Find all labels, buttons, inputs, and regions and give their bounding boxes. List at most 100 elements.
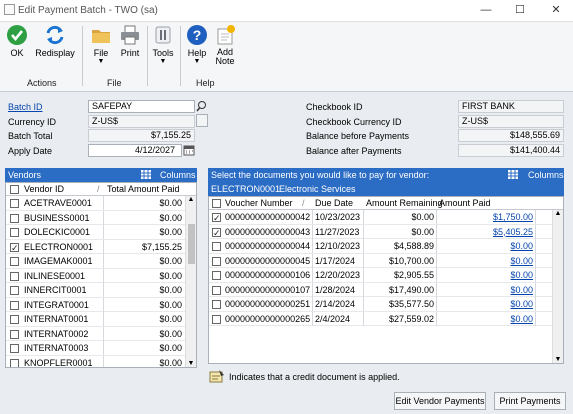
vendor-row[interactable]: BUSINESS0001 $0.00 <box>6 210 196 225</box>
column-divider <box>312 311 313 326</box>
document-row-checkbox[interactable] <box>212 256 221 266</box>
currency-id-label: Currency ID <box>8 117 57 127</box>
amount-paid-column-header[interactable]: Amount Paid <box>439 197 491 210</box>
amount-paid-link[interactable]: $0.00 <box>439 283 533 297</box>
expand-button[interactable] <box>196 114 208 127</box>
columns-icon[interactable] <box>508 170 518 181</box>
document-row-checkbox[interactable] <box>212 271 221 280</box>
vendors-scrollbar[interactable]: ▲ ▼ <box>185 196 196 367</box>
document-row[interactable]: 00000000000000265 2/4/2024 $27,559.02 $0.00 <box>209 311 563 326</box>
edit-vendor-payments-button[interactable]: Edit Vendor Payments <box>394 392 486 410</box>
file-label: File <box>93 48 109 58</box>
column-divider <box>436 282 437 297</box>
total-paid-column-header[interactable]: Total Amount Paid <box>107 183 180 196</box>
vendor-row[interactable]: IMAGEMAK0001 $0.00 <box>6 254 196 269</box>
batch-id-link[interactable]: Batch ID <box>8 102 43 112</box>
amount-paid-link[interactable]: $0.00 <box>439 297 533 311</box>
amount-paid-link[interactable]: $0.00 <box>439 312 533 326</box>
file-menu-button[interactable]: File ▼ <box>88 24 114 65</box>
vendors-columns-button[interactable]: Columns <box>160 170 196 180</box>
document-row[interactable]: 00000000000000042 10/23/2023 $0.00 $1,750.0… <box>209 210 563 225</box>
amount-paid-link[interactable]: $0.00 <box>439 268 533 282</box>
scroll-up-icon[interactable]: ▲ <box>186 196 196 203</box>
vendor-row-checkbox[interactable] <box>10 199 19 208</box>
documents-columns-button[interactable]: Columns <box>528 170 564 180</box>
ok-button[interactable]: OK <box>2 24 32 58</box>
vendor-total-cell: $0.00 <box>159 285 182 295</box>
help-menu-button[interactable]: ? Help ▼ <box>184 24 210 65</box>
document-row[interactable]: 00000000000000106 12/20/2023 $2,905.55 $0.0… <box>209 268 563 283</box>
vendor-id-cell: ELECTRON0001 <box>24 241 94 252</box>
vendor-row-checkbox[interactable] <box>10 286 19 295</box>
amount-paid-link[interactable]: $5,405.25 <box>439 225 533 239</box>
document-row[interactable]: 00000000000000107 1/28/2024 $17,490.00 $0.0… <box>209 282 563 297</box>
amount-paid-link[interactable]: $1,750.00 <box>439 210 533 224</box>
tools-menu-button[interactable]: Tools ▼ <box>150 24 176 65</box>
column-divider <box>103 283 104 297</box>
scroll-down-icon[interactable]: ▼ <box>553 356 563 363</box>
voucher-number-cell: 00000000000000251 <box>225 299 311 309</box>
columns-icon[interactable] <box>141 170 151 181</box>
vendor-row-checkbox[interactable] <box>10 344 19 353</box>
maximize-icon[interactable]: ☐ <box>512 3 528 17</box>
vendor-row[interactable]: ACETRAVE0001 $0.00 <box>6 196 196 211</box>
vendor-row[interactable]: INTERNAT0003 $0.00 <box>6 341 196 356</box>
calendar-icon[interactable] <box>183 144 195 157</box>
vendor-row-checkbox[interactable] <box>10 228 19 237</box>
apply-date-field[interactable]: 4/12/2027 <box>88 144 182 157</box>
document-row[interactable]: 00000000000000251 2/14/2024 $35,577.50 $0.0… <box>209 297 563 312</box>
minimize-icon[interactable]: — <box>478 3 494 17</box>
document-row-checkbox[interactable] <box>212 285 221 295</box>
vendor-row[interactable]: INLINESE0001 $0.00 <box>6 268 196 283</box>
add-note-button[interactable]: Add Note <box>212 24 238 66</box>
vendor-row[interactable]: INTERNAT0001 $0.00 <box>6 312 196 327</box>
amount-paid-link[interactable]: $0.00 <box>439 239 533 253</box>
vendor-row-checkbox[interactable] <box>10 241 19 255</box>
voucher-column-header[interactable]: Voucher Number <box>225 197 293 210</box>
vendor-row[interactable]: KNOPFLER0001 $0.00 <box>6 355 196 368</box>
vendor-row-checkbox[interactable] <box>10 257 19 266</box>
lookup-icon[interactable] <box>196 100 208 113</box>
document-row[interactable]: 00000000000000043 11/27/2023 $0.00 $5,405.2… <box>209 224 563 240</box>
document-row-checkbox[interactable] <box>212 211 221 225</box>
vendor-row[interactable]: INNERCIT0001 $0.00 <box>6 283 196 298</box>
select-all-checkbox[interactable] <box>10 185 19 194</box>
documents-scrollbar[interactable]: ▲ ▼ <box>552 210 563 363</box>
document-row[interactable]: 00000000000000045 1/17/2024 $10,700.00 $0.0… <box>209 253 563 268</box>
vendor-total-cell: $0.00 <box>159 357 182 368</box>
vendor-row[interactable]: ELECTRON0001 $7,155.25 <box>6 239 196 255</box>
vendor-row-checkbox[interactable] <box>10 358 19 367</box>
amount-paid-link[interactable]: $0.00 <box>439 254 533 268</box>
vendor-row[interactable]: INTERNAT0002 $0.00 <box>6 326 196 341</box>
close-icon[interactable]: ✕ <box>548 3 564 17</box>
vendor-id-column-header[interactable]: Vendor ID <box>24 183 64 196</box>
vendor-row[interactable]: INTEGRAT0001 $0.00 <box>6 297 196 312</box>
sort-icon[interactable]: / <box>97 183 100 196</box>
batch-id-field[interactable]: SAFEPAY <box>88 100 195 113</box>
print-button[interactable]: Print <box>117 24 143 58</box>
document-row-checkbox[interactable] <box>212 300 221 309</box>
document-row-checkbox[interactable] <box>212 314 221 324</box>
scroll-up-icon[interactable]: ▲ <box>553 210 563 217</box>
document-row-checkbox[interactable] <box>212 226 221 240</box>
print-payments-button[interactable]: Print Payments <box>494 392 566 410</box>
vendor-row-checkbox[interactable] <box>10 315 19 324</box>
sort-icon[interactable]: / <box>302 197 305 210</box>
balance-before-label: Balance before Payments <box>306 131 410 141</box>
vendor-row[interactable]: DOLECKIC0001 $0.00 <box>6 225 196 240</box>
vendor-id-cell: INTERNAT0003 <box>24 343 89 353</box>
document-row[interactable]: 00000000000000044 12/10/2023 $4,588.89 $0.0… <box>209 239 563 254</box>
scroll-thumb[interactable] <box>188 224 195 264</box>
vendor-row-checkbox[interactable] <box>10 300 19 310</box>
due-date-column-header[interactable]: Due Date <box>315 197 353 210</box>
document-row-checkbox[interactable] <box>212 242 221 251</box>
vendor-row-checkbox[interactable] <box>10 329 19 339</box>
redisplay-button[interactable]: Redisplay <box>34 24 76 58</box>
amount-remaining-column-header[interactable]: Amount Remaining <box>366 197 443 210</box>
due-date-cell: 12/20/2023 <box>315 270 361 280</box>
vendor-row-checkbox[interactable] <box>10 213 19 223</box>
scroll-down-icon[interactable]: ▼ <box>186 360 196 367</box>
vendor-id-cell: KNOPFLER0001 <box>24 357 93 368</box>
select-all-documents-checkbox[interactable] <box>212 199 221 208</box>
vendor-row-checkbox[interactable] <box>10 271 19 281</box>
